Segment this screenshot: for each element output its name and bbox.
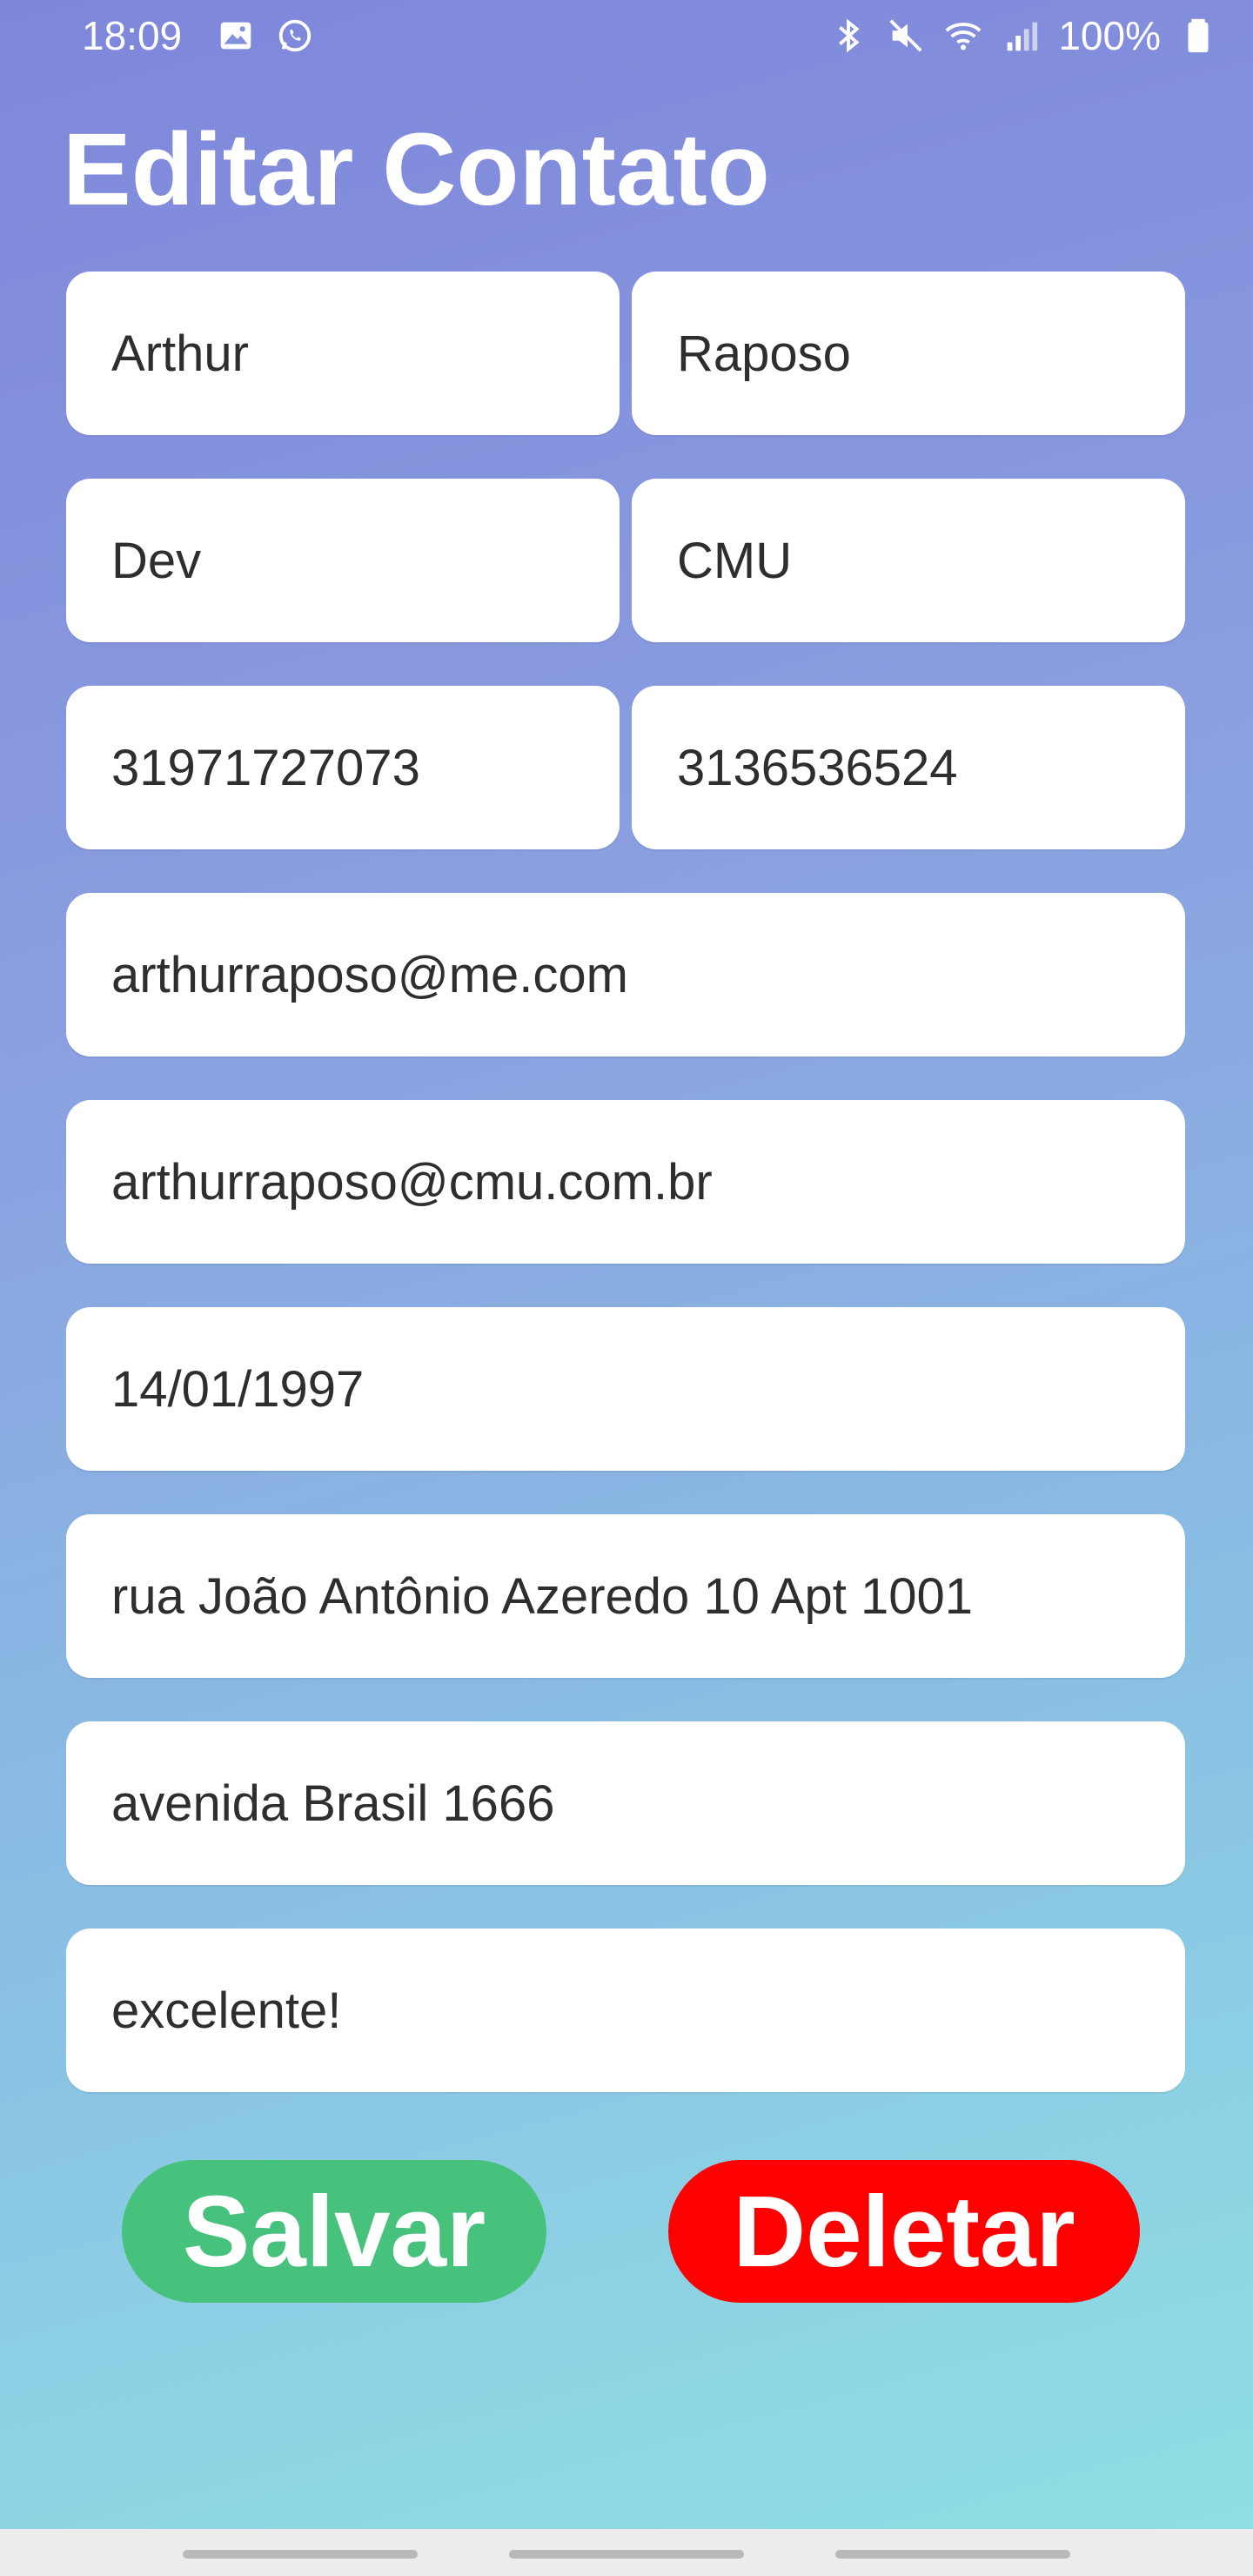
save-button[interactable]: Salvar [122, 2160, 546, 2303]
image-icon [216, 16, 256, 56]
home-phone-field[interactable]: 3136536524 [632, 686, 1185, 849]
work-email-field[interactable]: arthurraposo@cmu.com.br [66, 1100, 1185, 1264]
status-notification-icons [216, 16, 315, 56]
status-time: 18:09 [82, 13, 183, 58]
wifi-icon [943, 16, 983, 56]
mobile-phone-field[interactable]: 31971727073 [66, 686, 620, 849]
mute-icon [886, 16, 926, 56]
status-system-icons: 100% [828, 12, 1218, 59]
home-nav-indicator[interactable] [509, 2550, 744, 2559]
navigation-bar [0, 2529, 1253, 2576]
notes-field[interactable]: excelente! [66, 1929, 1185, 2092]
birthday-field[interactable]: 14/01/1997 [66, 1307, 1185, 1471]
personal-email-field[interactable]: arthurraposo@me.com [66, 893, 1185, 1057]
recents-nav-indicator[interactable] [183, 2550, 418, 2559]
first-name-field[interactable]: Arthur [66, 272, 620, 435]
page-title: Editar Contato [63, 112, 770, 227]
edit-contact-screen: 18:09 100% Editar Contato Arthur Raposo … [0, 0, 1253, 2576]
whatsapp-icon [275, 16, 315, 56]
signal-icon [1001, 16, 1041, 56]
battery-icon [1178, 16, 1218, 56]
home-address-field[interactable]: rua João Antônio Azeredo 10 Apt 1001 [66, 1514, 1185, 1678]
last-name-field[interactable]: Raposo [632, 272, 1185, 435]
delete-button[interactable]: Deletar [668, 2160, 1140, 2303]
company-field[interactable]: CMU [632, 479, 1185, 642]
job-title-field[interactable]: Dev [66, 479, 620, 642]
bluetooth-icon [828, 16, 868, 56]
status-bar: 18:09 100% [0, 0, 1253, 73]
battery-percent: 100% [1058, 13, 1161, 58]
back-nav-indicator[interactable] [835, 2550, 1070, 2559]
work-address-field[interactable]: avenida Brasil 1666 [66, 1721, 1185, 1885]
